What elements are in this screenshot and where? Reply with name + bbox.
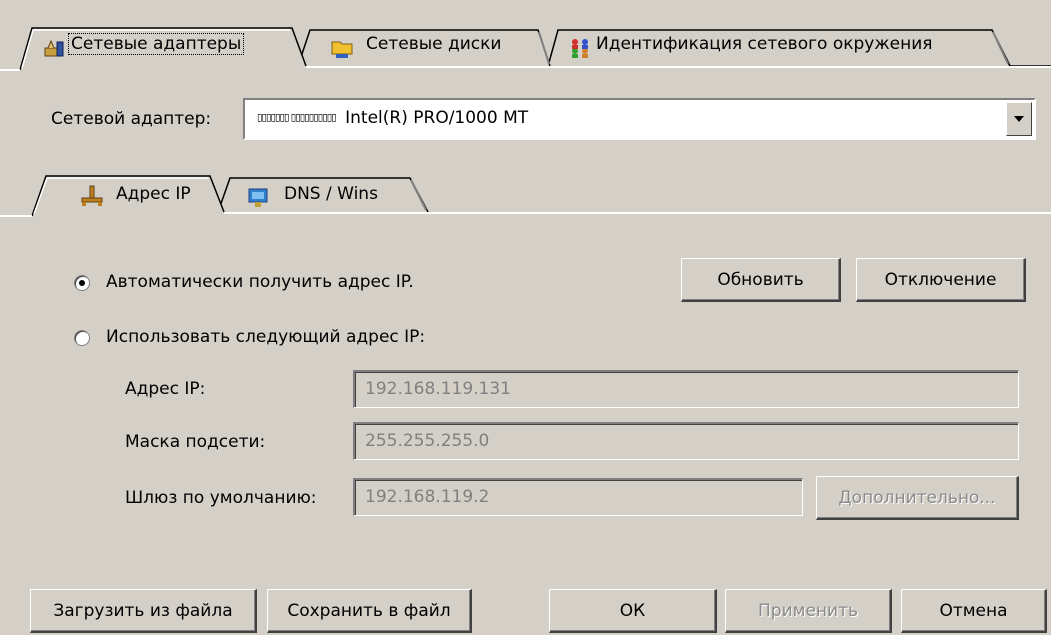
network-identification-icon: [568, 36, 592, 60]
tab-label-network-drives: Сетевые диски: [366, 34, 502, 54]
manual-ip-radio[interactable]: [74, 330, 90, 346]
tab-network-adapters[interactable]: Сетевые адаптеры: [30, 28, 300, 68]
adapter-select[interactable]: ▯▯▯▯▯▯▯ ▯▯▯▯▯▯▯▯▯▯ Intel(R) PRO/1000 MT: [243, 98, 1036, 140]
tab-label-network-identification: Идентификация сетевого окружения: [596, 34, 933, 54]
tab-label-network-adapters: Сетевые адаптеры: [68, 33, 245, 55]
subtab-label-ip: Адрес IP: [116, 184, 191, 204]
advanced-button[interactable]: Дополнительно...: [816, 476, 1019, 520]
auto-ip-label: Автоматически получить адрес IP.: [106, 272, 414, 292]
gateway-field[interactable]: 192.168.119.2: [353, 478, 803, 516]
ip-address-icon: [80, 184, 104, 208]
top-tab-strip: Сетевые адаптеры Сетевые диски Идентифик…: [0, 0, 1051, 75]
subtab-ip-address[interactable]: Адрес IP: [50, 178, 218, 214]
subtab-label-dns: DNS / Wins: [284, 184, 378, 204]
adapter-dropdown-button[interactable]: [1006, 102, 1032, 136]
disconnect-button[interactable]: Отключение: [856, 258, 1026, 302]
load-from-file-button[interactable]: Загрузить из файла: [30, 589, 257, 633]
refresh-button[interactable]: Обновить: [681, 258, 841, 302]
subnet-mask-label: Маска подсети:: [125, 432, 266, 452]
dns-wins-icon: [246, 186, 270, 210]
tab-network-identification[interactable]: Идентификация сетевого окружения: [560, 30, 990, 66]
gateway-label: Шлюз по умолчанию:: [125, 488, 317, 508]
manual-ip-label: Использовать следующий адрес IP:: [106, 327, 426, 347]
subtab-dns-wins[interactable]: DNS / Wins: [232, 180, 412, 212]
chevron-down-icon: [1014, 116, 1024, 122]
save-to-file-button[interactable]: Сохранить в файл: [267, 589, 472, 633]
ok-button[interactable]: ОК: [549, 589, 717, 633]
network-adapter-icon: [42, 36, 66, 60]
cancel-button[interactable]: Отмена: [901, 589, 1047, 633]
subnet-mask-field[interactable]: 255.255.255.0: [353, 422, 1019, 460]
ip-address-label: Адрес IP:: [125, 379, 206, 399]
apply-button[interactable]: Применить: [725, 589, 892, 633]
adapter-label: Сетевой адаптер:: [51, 109, 212, 129]
tab-network-drives[interactable]: Сетевые диски: [310, 30, 546, 66]
auto-ip-radio[interactable]: [74, 275, 90, 291]
ip-address-field[interactable]: 192.168.119.131: [353, 370, 1019, 408]
adapter-name-prefix: ▯▯▯▯▯▯▯ ▯▯▯▯▯▯▯▯▯▯: [257, 112, 337, 124]
network-drive-icon: [330, 36, 354, 60]
adapter-name: Intel(R) PRO/1000 MT: [345, 108, 529, 128]
